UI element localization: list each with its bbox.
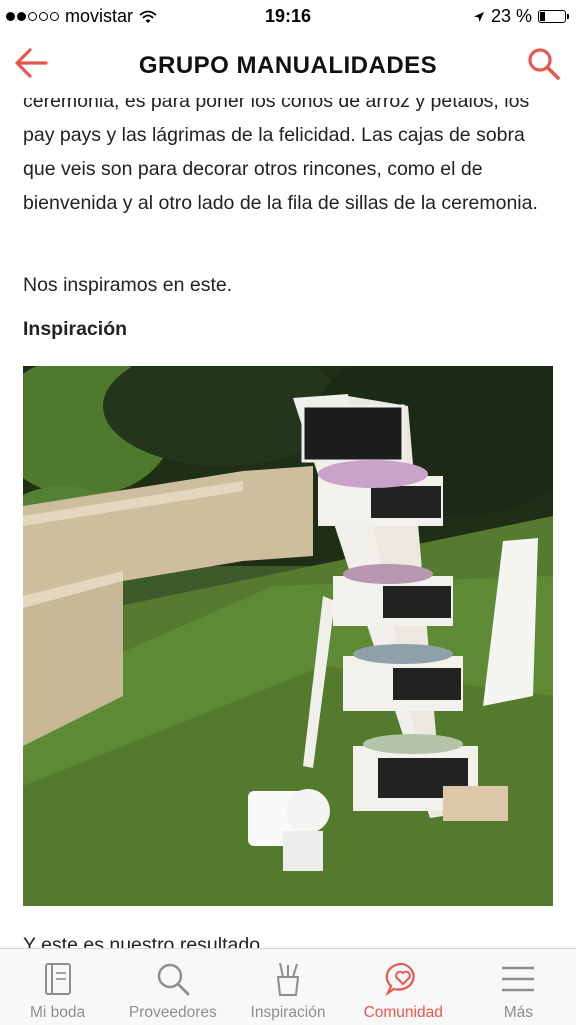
search-icon <box>157 963 190 996</box>
battery-icon <box>538 10 569 23</box>
location-arrow-icon <box>473 11 484 22</box>
battery-percent: 23 % <box>490 6 532 26</box>
status-right: 23 % <box>473 6 569 27</box>
post-paragraph-result: Y este es nuestro resultado <box>23 934 261 948</box>
tab-comunidad[interactable]: Comunidad <box>346 949 461 1025</box>
tab-mas[interactable]: Más <box>461 949 576 1025</box>
tab-label: Mi boda <box>30 1004 86 1021</box>
tab-mi-boda[interactable]: Mi boda <box>0 949 115 1025</box>
tab-inspiracion[interactable]: Inspiración <box>230 949 345 1025</box>
post-paragraph: ceremonia, es para poner los conos de ar… <box>23 90 538 214</box>
tab-proveedores[interactable]: Proveedores <box>115 949 230 1025</box>
search-icon <box>528 48 560 80</box>
status-bar: movistar 19:16 23 % <box>0 0 576 32</box>
battery-level <box>540 12 545 21</box>
tab-bar: Mi boda Proveedores Inspiración Comunida… <box>0 948 576 1025</box>
tab-label: Inspiración <box>250 1004 326 1021</box>
tab-label: Proveedores <box>128 1004 217 1021</box>
page-title: GRUPO MANUALIDADES <box>138 52 438 79</box>
heart-bubble-icon <box>385 962 415 996</box>
inspiration-photo[interactable] <box>23 366 553 906</box>
post-content[interactable]: ceremonia, es para poner los conos de ar… <box>0 82 576 948</box>
tab-label: Más <box>503 1004 534 1021</box>
tab-label: Comunidad <box>363 1004 443 1021</box>
pencil-cup-icon <box>276 962 300 996</box>
search-button[interactable] <box>524 44 564 84</box>
notebook-icon <box>44 963 71 995</box>
nav-bar: GRUPO MANUALIDADES <box>0 32 576 98</box>
post-paragraph-inspiration: Nos inspiramos en este. <box>23 274 233 296</box>
section-heading: Inspiración <box>23 318 128 340</box>
menu-icon <box>502 966 535 992</box>
